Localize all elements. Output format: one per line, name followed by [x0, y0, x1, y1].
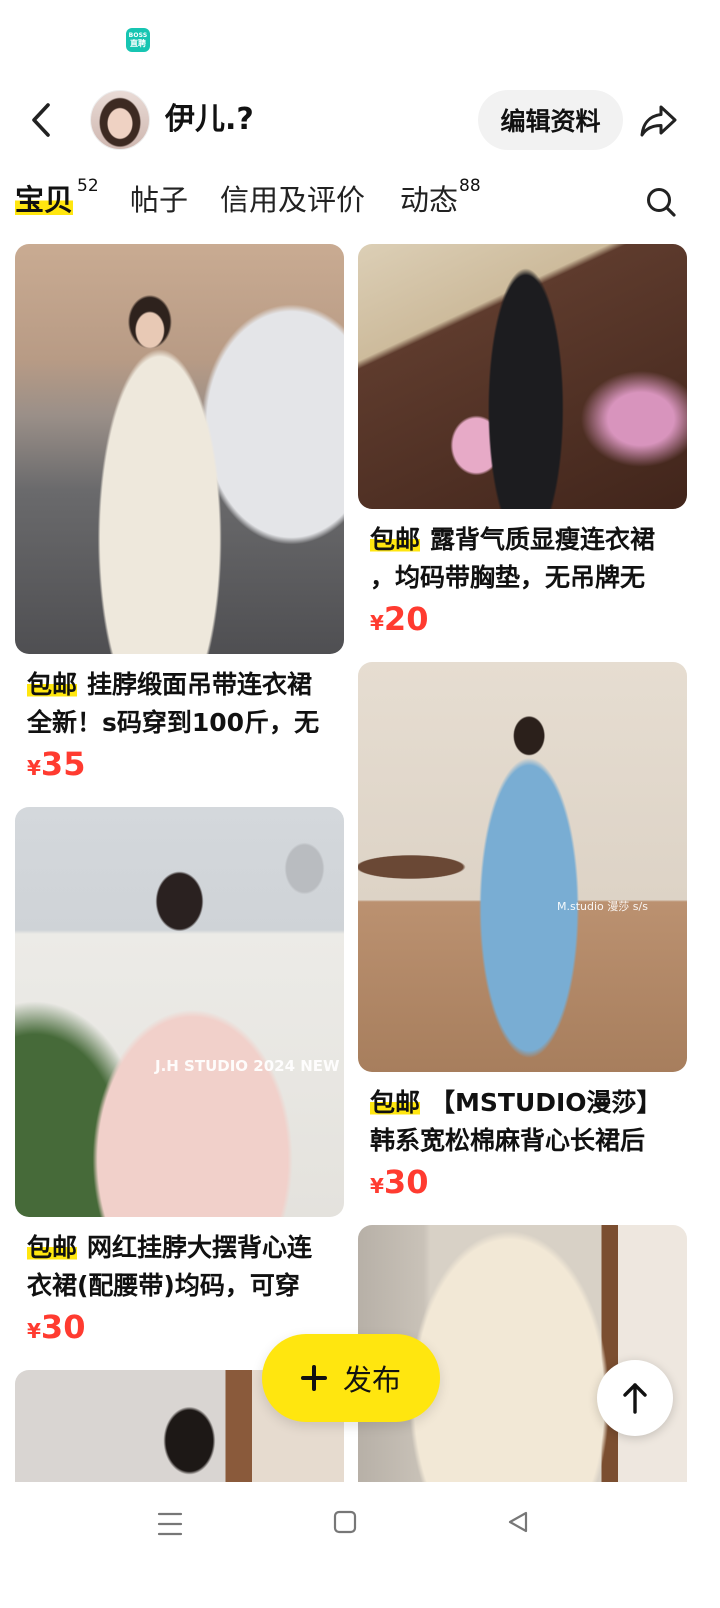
listing-title: 挂脖缎面吊带连衣裙 [87, 670, 313, 699]
listing-card[interactable]: 包邮 挂脖缎面吊带连衣裙 全新！s码穿到100斤，无 ¥35 [15, 244, 344, 786]
listing-title-line: 包邮 挂脖缎面吊带连衣裙 [27, 666, 332, 704]
back-icon[interactable] [506, 1510, 530, 1534]
listing-photo[interactable]: M.studio 漫莎 s/s [358, 662, 687, 1072]
search-icon[interactable] [644, 185, 678, 219]
listing-card[interactable]: J.H STUDIO 2024 NEW 包邮 网红挂脖大摆背心连 衣裙(配腰带)均… [15, 807, 344, 1349]
listing-info: 包邮 网红挂脖大摆背心连 衣裙(配腰带)均码，可穿 ¥30 [15, 1217, 344, 1349]
boss-app-badge-icon: BOSS 直聘 [126, 28, 150, 52]
publish-label: 发布 [342, 1363, 401, 1397]
price-amount: 30 [383, 1163, 429, 1201]
free-shipping-tag: 包邮 [370, 525, 421, 554]
listing-title-line-2: 韩系宽松棉麻背心长裙后 [370, 1126, 646, 1155]
listing-info: 包邮 露背气质显瘦连衣裙 ，均码带胸垫，无吊牌无 ¥20 [358, 509, 687, 641]
free-shipping-tag: 包邮 [370, 1088, 421, 1117]
tab-items[interactable]: 宝贝 [15, 182, 74, 218]
listing-title-line: 包邮 网红挂脖大摆背心连 [27, 1229, 332, 1267]
menu-icon[interactable] [156, 1510, 184, 1538]
listing-card[interactable]: M.studio 漫莎 s/s 包邮 【MSTUDIO漫莎】 韩系宽松棉麻背心长裙… [358, 662, 687, 1204]
arrow-up-icon [623, 1383, 647, 1414]
listing-price: ¥35 [27, 742, 332, 786]
listing-title-line: 包邮 露背气质显瘦连衣裙 [370, 521, 675, 559]
photo-watermark: M.studio 漫莎 s/s [557, 900, 648, 913]
scroll-to-top-button[interactable] [597, 1360, 673, 1436]
listing-price: ¥30 [370, 1160, 675, 1204]
currency-symbol: ¥ [27, 1319, 41, 1343]
listing-title: 网红挂脖大摆背心连 [87, 1233, 313, 1262]
listing-title-line-2: 衣裙(配腰带)均码，可穿 [27, 1271, 300, 1300]
listing-title-line: 包邮 【MSTUDIO漫莎】 [370, 1084, 675, 1122]
username: 伊儿.? [165, 102, 254, 137]
edit-profile-button[interactable]: 编辑资料 [478, 90, 623, 150]
badge-label-top: BOSS [128, 31, 148, 39]
price-amount: 20 [383, 600, 429, 638]
avatar[interactable] [90, 90, 150, 150]
listing-info: 包邮 【MSTUDIO漫莎】 韩系宽松棉麻背心长裙后 ¥30 [358, 1072, 687, 1204]
home-icon[interactable] [333, 1510, 357, 1534]
badge-label-bottom: 直聘 [130, 38, 146, 48]
publish-button[interactable]: 发布 [262, 1334, 440, 1422]
price-amount: 30 [40, 1308, 86, 1346]
tab-activity[interactable]: 动态 [400, 182, 458, 218]
currency-symbol: ¥ [370, 1174, 384, 1198]
listing-info: 包邮 挂脖缎面吊带连衣裙 全新！s码穿到100斤，无 ¥35 [15, 654, 344, 786]
listing-title-line-2: ，均码带胸垫，无吊牌无 [370, 563, 646, 592]
plus-icon [300, 1365, 327, 1391]
chevron-left-icon[interactable] [26, 100, 58, 140]
listing-photo[interactable] [15, 244, 344, 654]
listing-title: 【MSTUDIO漫莎】 [430, 1088, 662, 1117]
price-amount: 35 [40, 745, 86, 783]
listing-title: 露背气质显瘦连衣裙 [430, 525, 656, 554]
tab-items-count: 52 [77, 176, 99, 196]
share-icon[interactable] [638, 100, 678, 140]
listing-title-line-2: 全新！s码穿到100斤，无 [27, 708, 320, 737]
tab-posts[interactable]: 帖子 [130, 182, 188, 218]
currency-symbol: ¥ [27, 756, 41, 780]
free-shipping-tag: 包邮 [27, 1233, 78, 1262]
tab-activity-count: 88 [459, 176, 481, 196]
currency-symbol: ¥ [370, 611, 384, 635]
free-shipping-tag: 包邮 [27, 670, 78, 699]
tab-credit-reviews[interactable]: 信用及评价 [220, 182, 365, 218]
listing-photo[interactable]: J.H STUDIO 2024 NEW [15, 807, 344, 1217]
listing-price: ¥20 [370, 597, 675, 641]
listing-photo[interactable] [358, 244, 687, 509]
listing-card[interactable]: 包邮 露背气质显瘦连衣裙 ，均码带胸垫，无吊牌无 ¥20 [358, 244, 687, 641]
photo-watermark: J.H STUDIO 2024 NEW [155, 1057, 340, 1075]
system-nav-bar [0, 1482, 720, 1608]
